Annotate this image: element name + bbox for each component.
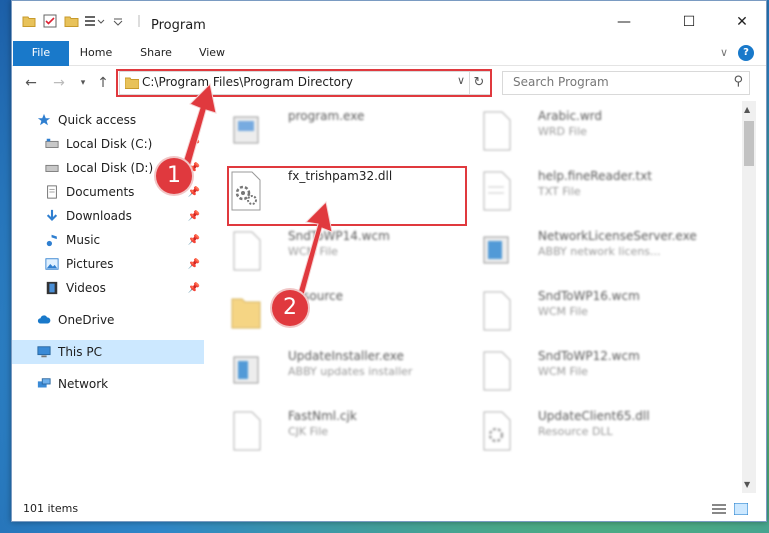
arrow-to-address-bar	[179, 82, 217, 175]
annotation-arrows	[179, 82, 333, 303]
arrow-to-dll-file	[295, 200, 333, 303]
step-1-badge: 1	[156, 158, 192, 194]
step-2-badge: 2	[272, 290, 308, 326]
